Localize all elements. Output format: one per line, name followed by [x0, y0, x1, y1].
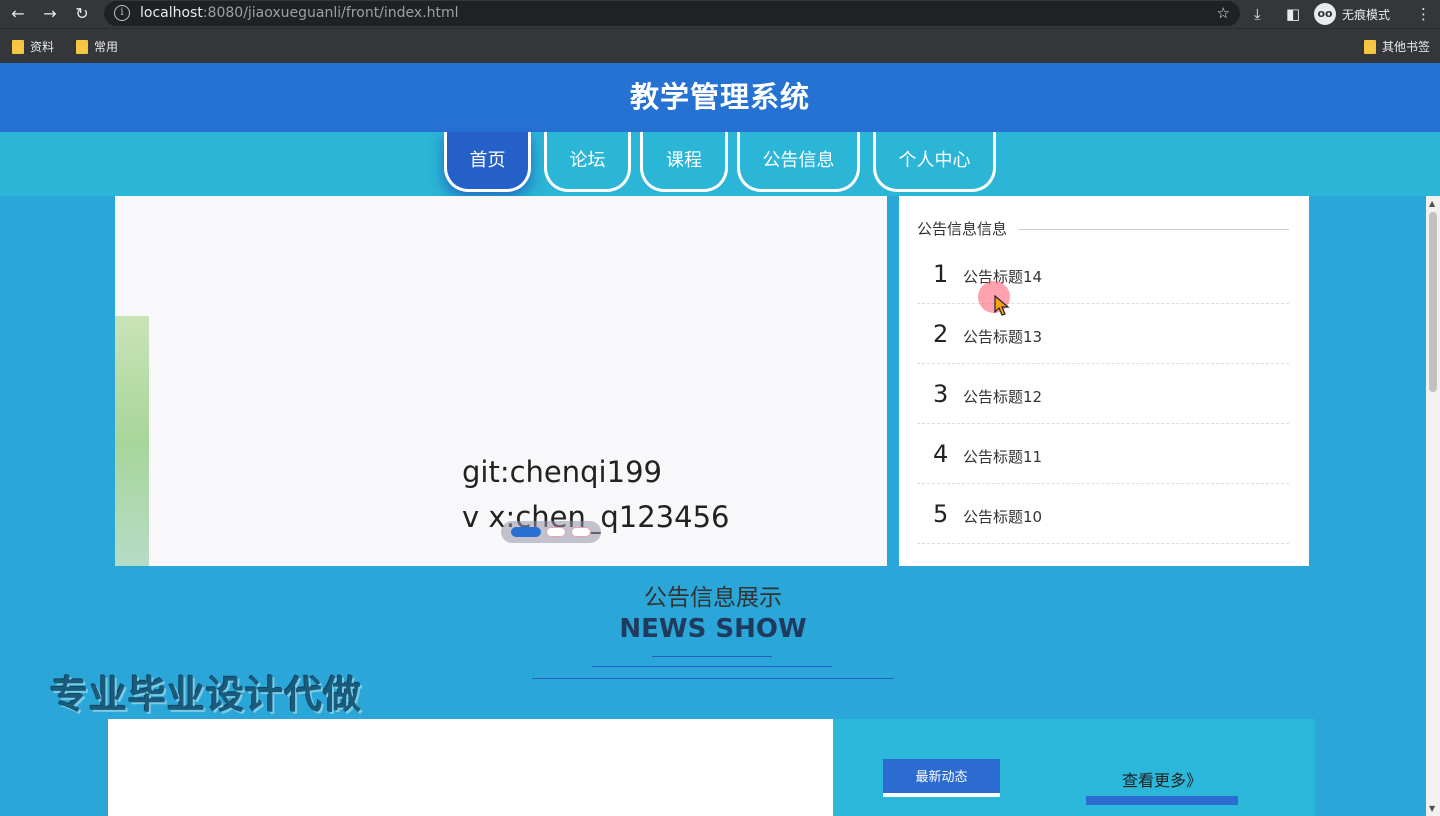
nav-tab-notice[interactable]: 公告信息	[737, 132, 860, 192]
notice-list-item[interactable]: 2 公告标题13	[917, 304, 1289, 364]
info-icon[interactable]: i	[114, 5, 130, 21]
mouse-cursor-icon	[994, 295, 1010, 316]
notice-title-link[interactable]: 公告标题12	[963, 386, 1042, 407]
notice-panel-heading: 公告信息信息	[917, 220, 1008, 238]
other-bookmarks-label: 其他书签	[1382, 40, 1431, 54]
notice-number: 1	[933, 260, 949, 288]
incognito-indicator[interactable]: oo 无痕模式	[1314, 3, 1390, 25]
banner-carousel[interactable]: git:chenqi199 v x:chen_q123456	[115, 196, 887, 566]
site-title: 教学管理系统	[629, 80, 810, 114]
address-bar[interactable]: i localhost:8080/jiaoxueguanli/front/ind…	[104, 1, 1240, 26]
other-bookmarks[interactable]: 其他书签	[1364, 38, 1430, 55]
view-more-underline	[1086, 796, 1238, 805]
carousel-dot-1[interactable]	[511, 527, 541, 537]
banner-image-strip	[115, 316, 149, 566]
notice-number: 5	[933, 500, 949, 528]
notice-number: 3	[933, 380, 949, 408]
reload-icon[interactable]: ↻	[72, 4, 92, 24]
notice-list-item[interactable]: 3 公告标题12	[917, 364, 1289, 424]
heading-divider	[1019, 229, 1289, 230]
download-icon[interactable]: ⤓	[1254, 4, 1261, 24]
url-path: :8080/jiaoxueguanli/front/index.html	[202, 5, 459, 21]
incognito-icon: oo	[1314, 3, 1336, 25]
back-arrow-icon[interactable]: ←	[8, 4, 28, 24]
carousel-dot-2[interactable]	[546, 527, 566, 537]
browser-toolbar: ← → ↻ i localhost:8080/jiaoxueguanli/fro…	[0, 0, 1440, 28]
view-more-link[interactable]: 查看更多》	[1086, 767, 1238, 791]
scroll-up-icon[interactable]: ▲	[1429, 199, 1435, 208]
site-header: 教学管理系统	[0, 63, 1440, 132]
url-text[interactable]: localhost:8080/jiaoxueguanli/front/index…	[140, 5, 459, 21]
folder-icon	[76, 39, 88, 54]
folder-icon	[12, 39, 24, 54]
notice-title-link[interactable]: 公告标题10	[963, 506, 1042, 527]
watermark-overlay: 专业毕业设计代做	[50, 673, 363, 717]
nav-tab-profile[interactable]: 个人中心	[873, 132, 996, 192]
bookmarks-bar: 资料 常用 其他书签	[0, 28, 1440, 63]
bookmark-folder-ziliao[interactable]: 资料	[12, 38, 54, 55]
nav-tab-forum[interactable]: 论坛	[544, 132, 631, 192]
incognito-label: 无痕模式	[1342, 7, 1391, 22]
notice-number: 2	[933, 320, 949, 348]
title-divider	[532, 678, 894, 679]
notice-list-item[interactable]: 4 公告标题11	[917, 424, 1289, 484]
notice-title-link[interactable]: 公告标题11	[963, 446, 1042, 467]
news-section-subtitle: NEWS SHOW	[619, 614, 807, 644]
notice-panel: 公告信息信息 1 公告标题14 2 公告标题13 3 公告标题12 4 公告标题…	[899, 196, 1309, 566]
folder-icon	[1364, 39, 1376, 54]
page-scrollbar[interactable]: ▲ ▼	[1426, 196, 1440, 816]
nav-tab-home[interactable]: 首页	[444, 132, 531, 192]
bookmark-label: 常用	[94, 40, 119, 54]
forward-arrow-icon[interactable]: →	[40, 4, 60, 24]
notice-list-item[interactable]: 5 公告标题10	[917, 484, 1289, 544]
side-panel-icon[interactable]: ◧	[1286, 4, 1300, 24]
nav-tab-course[interactable]: 课程	[640, 132, 728, 192]
bookmark-label: 资料	[30, 40, 55, 54]
scrollbar-thumb[interactable]	[1429, 212, 1437, 392]
scroll-down-icon[interactable]: ▼	[1429, 804, 1435, 813]
notice-number: 4	[933, 440, 949, 468]
notice-title-link[interactable]: 公告标题13	[963, 326, 1042, 347]
carousel-indicators	[501, 521, 601, 543]
banner-line-1: git:chenqi199	[462, 455, 662, 489]
latest-news-tab[interactable]: 最新动态	[883, 759, 1000, 797]
menu-icon[interactable]: ⋮	[1416, 4, 1431, 24]
bookmark-star-icon[interactable]: ☆	[1217, 4, 1230, 22]
carousel-dot-3[interactable]	[571, 527, 591, 537]
url-host: localhost	[140, 5, 203, 21]
notice-list-item[interactable]: 1 公告标题14	[917, 244, 1289, 304]
title-divider	[592, 666, 832, 667]
bookmark-folder-changyong[interactable]: 常用	[76, 38, 118, 55]
news-image-panel	[108, 719, 833, 816]
news-section-title: 公告信息展示	[644, 585, 782, 611]
main-nav: 首页 论坛 课程 公告信息 个人中心	[0, 132, 1440, 196]
title-divider	[652, 656, 772, 657]
news-list-panel: 最新动态 查看更多》	[833, 719, 1315, 816]
